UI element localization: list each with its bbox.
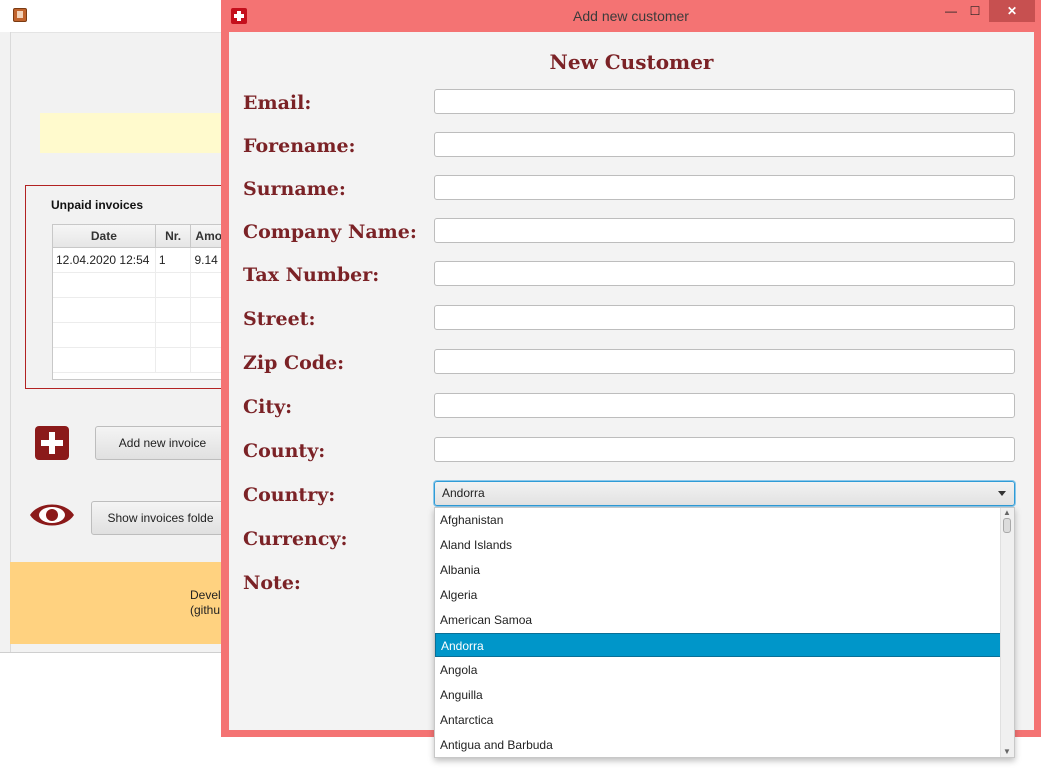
zip-code-field[interactable] bbox=[434, 349, 1015, 374]
main-titlebar bbox=[0, 0, 230, 33]
scrollbar-thumb[interactable] bbox=[1003, 518, 1011, 533]
company-name-label: Company Name: bbox=[243, 221, 417, 243]
invoices-table[interactable]: Date Nr. Amo 12.04.2020 12:54 1 9.14 bbox=[52, 224, 232, 380]
cell-empty bbox=[156, 273, 192, 297]
scroll-up-arrow-icon[interactable]: ▲ bbox=[1003, 509, 1011, 517]
add-new-invoice-button[interactable]: Add new invoice bbox=[95, 426, 230, 460]
scroll-down-arrow-icon[interactable]: ▼ bbox=[1003, 748, 1011, 756]
cell-empty bbox=[53, 298, 156, 322]
table-row bbox=[53, 323, 231, 348]
street-label: Street: bbox=[243, 308, 316, 330]
footer-band: Develo (githu bbox=[10, 562, 230, 644]
tax-number-label: Tax Number: bbox=[243, 264, 380, 286]
country-option-albania[interactable]: Albania bbox=[435, 558, 1001, 582]
eye-icon[interactable] bbox=[29, 500, 75, 530]
county-label: County: bbox=[243, 440, 326, 462]
chevron-down-icon[interactable] bbox=[998, 491, 1006, 496]
table-row bbox=[53, 273, 231, 298]
currency-label: Currency: bbox=[243, 528, 348, 550]
surname-label: Surname: bbox=[243, 178, 346, 200]
forename-field[interactable] bbox=[434, 132, 1015, 157]
unpaid-invoices-panel: Unpaid invoices Date Nr. Amo 12.04.2020 … bbox=[25, 185, 232, 389]
show-invoices-folder-button[interactable]: Show invoices folde bbox=[91, 501, 230, 535]
country-label: Country: bbox=[243, 484, 336, 506]
column-header-nr[interactable]: Nr. bbox=[156, 225, 192, 247]
zip-code-label: Zip Code: bbox=[243, 352, 345, 374]
cell-empty bbox=[53, 348, 156, 372]
column-header-date[interactable]: Date bbox=[53, 225, 156, 247]
minimize-button[interactable]: — bbox=[937, 0, 965, 22]
city-label: City: bbox=[243, 396, 293, 418]
dialog-titlebar[interactable]: Add new customer — ☐ ✕ bbox=[221, 0, 1041, 32]
app-icon bbox=[13, 8, 27, 22]
surname-field[interactable] bbox=[434, 175, 1015, 200]
country-dropdown-list[interactable]: Afghanistan Aland Islands Albania Algeri… bbox=[434, 507, 1015, 758]
country-option-antigua-and-barbuda[interactable]: Antigua and Barbuda bbox=[435, 733, 1001, 757]
county-field[interactable] bbox=[434, 437, 1015, 462]
street-field[interactable] bbox=[434, 305, 1015, 330]
country-option-algeria[interactable]: Algeria bbox=[435, 583, 1001, 607]
cell-date: 12.04.2020 12:54 bbox=[53, 248, 156, 272]
country-option-anguilla[interactable]: Anguilla bbox=[435, 683, 1001, 707]
info-band bbox=[40, 113, 230, 153]
cell-empty bbox=[53, 273, 156, 297]
country-option-antarctica[interactable]: Antarctica bbox=[435, 708, 1001, 732]
cell-empty bbox=[156, 348, 192, 372]
email-label: Email: bbox=[243, 92, 312, 114]
country-option-aland-islands[interactable]: Aland Islands bbox=[435, 533, 1001, 557]
table-row bbox=[53, 348, 231, 373]
dropdown-scrollbar[interactable]: ▲ ▼ bbox=[1000, 508, 1014, 757]
close-button[interactable]: ✕ bbox=[989, 0, 1035, 22]
maximize-button[interactable]: ☐ bbox=[965, 0, 985, 22]
cell-nr: 1 bbox=[156, 248, 192, 272]
country-select[interactable]: Andorra bbox=[434, 481, 1015, 506]
country-option-afghanistan[interactable]: Afghanistan bbox=[435, 508, 1001, 532]
cell-empty bbox=[53, 323, 156, 347]
form-heading: New Customer bbox=[549, 50, 714, 74]
note-label: Note: bbox=[243, 572, 301, 594]
cell-empty bbox=[156, 298, 192, 322]
country-option-american-samoa[interactable]: American Samoa bbox=[435, 608, 1001, 632]
add-invoice-plus-icon[interactable] bbox=[35, 426, 69, 460]
dialog-title: Add new customer bbox=[573, 8, 689, 24]
country-selected-value: Andorra bbox=[442, 486, 485, 500]
email-field[interactable] bbox=[434, 89, 1015, 114]
country-option-andorra[interactable]: Andorra bbox=[435, 633, 1001, 657]
tax-number-field[interactable] bbox=[434, 261, 1015, 286]
cell-empty bbox=[156, 323, 192, 347]
main-window-edge bbox=[0, 32, 11, 652]
table-row[interactable]: 12.04.2020 12:54 1 9.14 bbox=[53, 248, 231, 273]
city-field[interactable] bbox=[434, 393, 1015, 418]
company-name-field[interactable] bbox=[434, 218, 1015, 243]
main-window: Unpaid invoices Date Nr. Amo 12.04.2020 … bbox=[0, 0, 232, 653]
unpaid-invoices-title: Unpaid invoices bbox=[51, 198, 144, 212]
country-option-angola[interactable]: Angola bbox=[435, 658, 1001, 682]
table-row bbox=[53, 298, 231, 323]
table-header: Date Nr. Amo bbox=[53, 225, 231, 248]
forename-label: Forename: bbox=[243, 135, 356, 157]
